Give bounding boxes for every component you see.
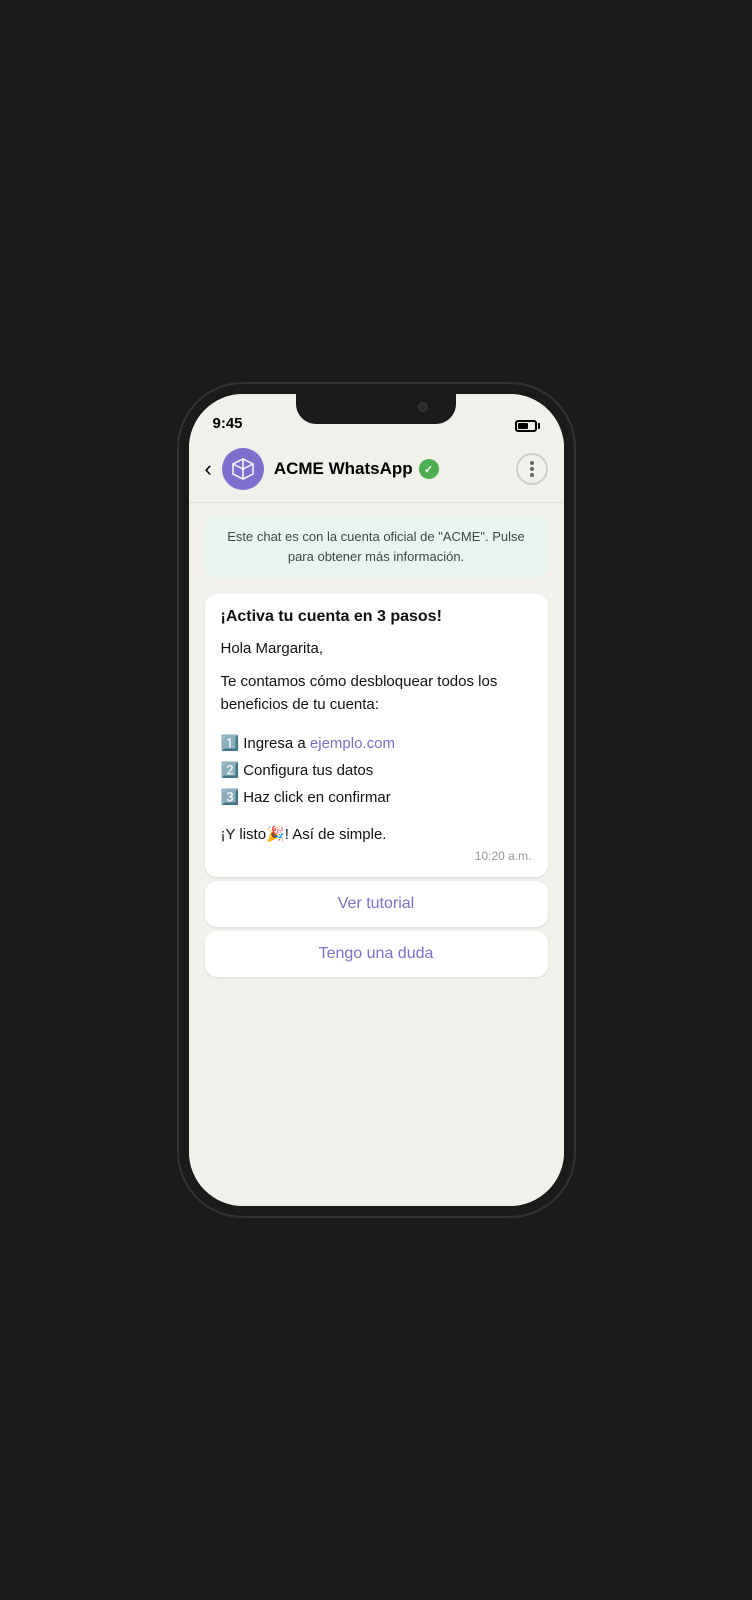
avatar	[222, 448, 264, 490]
step-3: 3️⃣ Haz click en confirmar	[221, 784, 532, 811]
message-title: ¡Activa tu cuenta en 3 pasos!	[221, 608, 532, 626]
chat-scroll: Este chat es con la cuenta oficial de "A…	[189, 503, 564, 1206]
action-button-2[interactable]: Tengo una duda	[205, 931, 548, 977]
message-steps: 1️⃣ Ingresa a ejemplo.com 2️⃣ Configura …	[221, 730, 532, 811]
step-1-text: Ingresa a ejemplo.com	[243, 730, 395, 757]
action-button-1[interactable]: Ver tutorial	[205, 881, 548, 927]
official-notice[interactable]: Este chat es con la cuenta oficial de "A…	[205, 515, 548, 578]
message-ending: ¡Y listo🎉! Así de simple.	[221, 825, 532, 843]
step-2-text: Configura tus datos	[243, 757, 373, 784]
battery-tip	[538, 423, 540, 429]
menu-dots-icon	[530, 467, 534, 471]
back-button[interactable]: ‹	[205, 458, 212, 480]
battery-icon	[515, 420, 540, 432]
action-button-2-label: Tengo una duda	[319, 945, 434, 962]
action-button-1-label: Ver tutorial	[338, 895, 414, 912]
message-body: Te contamos cómo desbloquear todos los b…	[221, 671, 532, 716]
cube-icon	[231, 457, 255, 481]
message-greeting: Hola Margarita,	[221, 640, 532, 657]
step-1-number: 1️⃣	[221, 730, 240, 757]
message-bubble: ¡Activa tu cuenta en 3 pasos! Hola Marga…	[205, 594, 548, 877]
battery-body	[515, 420, 537, 432]
step-1: 1️⃣ Ingresa a ejemplo.com	[221, 730, 532, 757]
notch	[296, 394, 456, 424]
step-2: 2️⃣ Configura tus datos	[221, 757, 532, 784]
camera	[418, 402, 428, 412]
chat-wrapper: Este chat es con la cuenta oficial de "A…	[189, 503, 564, 1206]
step-3-number: 3️⃣	[221, 784, 240, 811]
official-notice-text: Este chat es con la cuenta oficial de "A…	[227, 529, 525, 564]
menu-button[interactable]	[516, 453, 548, 485]
contact-name: ACME WhatsApp	[274, 459, 413, 479]
step-2-number: 2️⃣	[221, 757, 240, 784]
header-info: ACME WhatsApp	[274, 459, 506, 479]
verified-badge	[419, 459, 439, 479]
message-time: 10:20 a.m.	[221, 849, 532, 863]
step-1-link[interactable]: ejemplo.com	[310, 735, 395, 752]
status-icons	[515, 420, 540, 432]
wa-header: ‹ ACME WhatsApp	[189, 438, 564, 503]
step-3-text: Haz click en confirmar	[243, 784, 391, 811]
status-time: 9:45	[213, 415, 243, 432]
battery-fill	[518, 423, 528, 429]
phone-content: ‹ ACME WhatsApp Este chat es	[189, 438, 564, 1206]
phone-frame: 9:45 ‹ ACME WhatsApp	[189, 394, 564, 1206]
